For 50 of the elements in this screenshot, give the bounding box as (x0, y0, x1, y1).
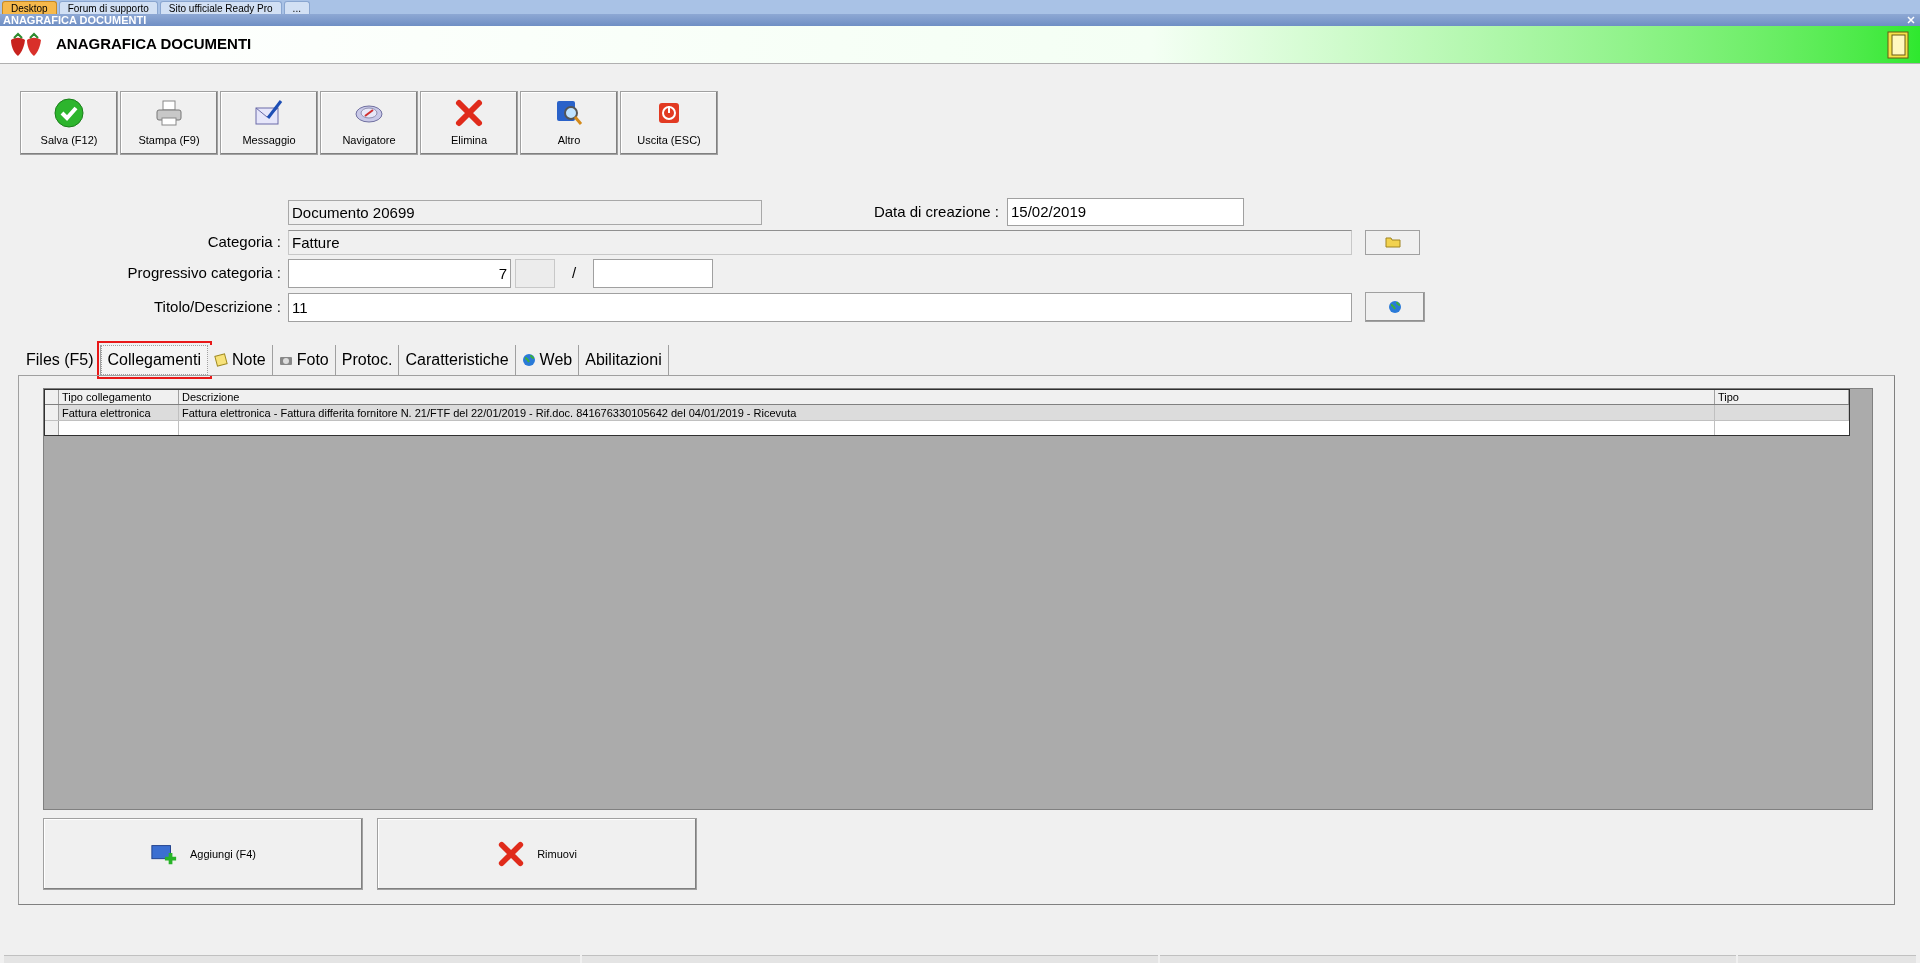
checkmark-icon (54, 97, 84, 128)
printer-icon (154, 97, 184, 128)
cross-icon (497, 840, 526, 868)
separator-text: / (570, 262, 578, 283)
title-label: Titolo/Descrizione : (153, 296, 282, 317)
toolbar-button[interactable]: Elimina (420, 91, 518, 155)
creation-date-field[interactable]: 15/02/2019 (1007, 198, 1244, 226)
globe-button[interactable] (1365, 292, 1425, 322)
note-icon (213, 353, 228, 367)
close-button[interactable] (1905, 14, 1917, 26)
toolbar-button[interactable]: Altro (520, 91, 618, 155)
title-field[interactable]: 11 (288, 292, 1352, 322)
column-header[interactable]: Tipo collegamento (59, 390, 179, 404)
close-icon (1907, 16, 1915, 24)
window-title: ANAGRAFICA DOCUMENTI (3, 14, 147, 26)
folder-button[interactable] (1365, 229, 1420, 255)
globe-icon (1388, 300, 1402, 314)
progressive-label: Progressivo categoria : (126, 262, 282, 283)
taskbar-tab[interactable]: Forum di supporto (58, 1, 158, 14)
row-selector[interactable] (45, 421, 59, 435)
globe-icon (521, 353, 536, 367)
document-field[interactable]: Documento 20699 (288, 199, 762, 225)
envelope-pen-icon (254, 97, 284, 128)
progressive-field[interactable]: 7 (288, 258, 511, 288)
action-button[interactable]: Rimuovi (377, 818, 697, 890)
taskbar-tab[interactable]: Sito ufficiale Ready Pro (159, 1, 282, 14)
header-title: ANAGRAFICA DOCUMENTI (56, 34, 252, 55)
toolbar-button[interactable]: Stampa (F9) (120, 91, 218, 155)
table-cell: Fattura elettronica (59, 405, 179, 420)
column-header[interactable]: Tipo (1715, 390, 1849, 404)
category-field[interactable]: Fatture (288, 229, 1352, 255)
book-icon (1884, 29, 1912, 60)
taskbar-tab[interactable]: Desktop (2, 1, 57, 14)
cross-icon (454, 97, 484, 128)
folder-icon (1384, 236, 1401, 248)
table-cell: Fattura elettronica - Fattura differita fornitore N. 21/FTF del 22/01/2019 - Rif.doc. 841676330105642 del 04/01/2019 - Ricevuta (179, 405, 1715, 420)
toolbar-button[interactable]: Salva (F12) (20, 91, 118, 155)
toolbar-button[interactable]: Uscita (ESC) (620, 91, 718, 155)
action-button[interactable]: Aggiungi (F4) (43, 818, 363, 890)
tab[interactable]: Note (207, 345, 273, 375)
year-field[interactable] (593, 258, 713, 288)
creation-date-label: Data di creazione : (872, 201, 1000, 222)
row-selector[interactable] (45, 405, 59, 420)
toolbar-button[interactable]: Messaggio (220, 91, 318, 155)
category-label: Categoria : (206, 231, 282, 252)
camera-icon (278, 354, 293, 366)
toolbar-button[interactable]: Navigatore (320, 91, 418, 155)
column-header[interactable]: Descrizione (179, 390, 1715, 404)
taskbar-tab[interactable]: ... (283, 1, 310, 14)
suffix-field[interactable] (515, 258, 555, 288)
